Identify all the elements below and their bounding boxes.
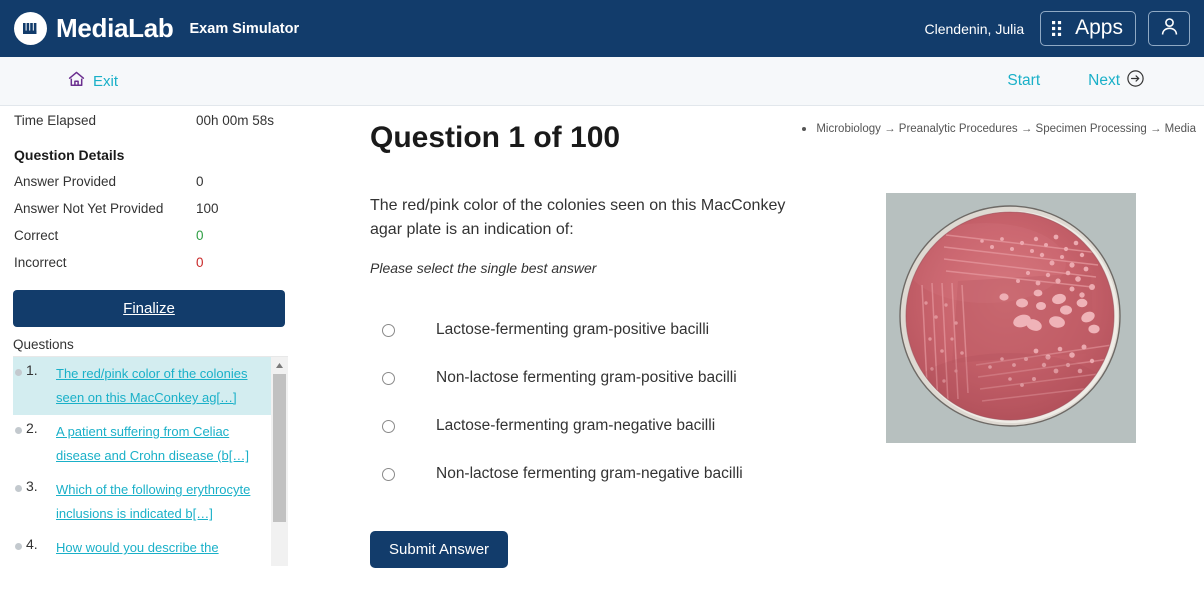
question-details-heading: Question Details xyxy=(14,147,125,163)
arrow-right-circle-icon xyxy=(1127,70,1144,92)
question-preview-text: The red/pink color of the colonies seen … xyxy=(56,366,248,406)
question-list-item-2[interactable]: 2. A patient suffering from Celiac disea… xyxy=(13,415,271,473)
question-number: 1. xyxy=(26,362,38,378)
brand-name: MediaLab xyxy=(56,13,174,43)
start-link[interactable]: Start xyxy=(1007,72,1040,90)
profile-button[interactable] xyxy=(1148,11,1190,46)
stat-correct: Correct 0 xyxy=(0,228,300,255)
answer-option-2[interactable]: Non-lactose fermenting gram-positive bac… xyxy=(370,354,820,402)
answer-option-4[interactable]: Non-lactose fermenting gram-negative bac… xyxy=(370,450,820,498)
start-label: Start xyxy=(1007,72,1041,89)
answer-option-label: Lactose-fermenting gram-negative bacilli xyxy=(436,417,716,434)
status-dot-icon xyxy=(15,543,22,551)
user-icon xyxy=(1159,16,1180,42)
question-main-panel: Microbiology → Preanalytic Procedures → … xyxy=(300,106,1204,592)
stat-answer-provided: Answer Provided 0 xyxy=(0,174,300,201)
question-details-heading-row: Question Details xyxy=(0,147,300,174)
question-list-item-3[interactable]: 3. Which of the following erythrocyte in… xyxy=(13,473,271,531)
time-elapsed-value: 00h 00m 58s xyxy=(196,113,275,128)
exam-nav-bar: Exit Start Next xyxy=(0,57,1204,106)
questions-list-scrollbar[interactable] xyxy=(271,357,288,566)
answer-option-label: Non-lactose fermenting gram-positive bac… xyxy=(436,369,737,386)
grid-apps-icon xyxy=(1051,20,1068,37)
answer-option-label: Non-lactose fermenting gram-negative bac… xyxy=(436,465,743,482)
page-title: Question 1 of 100 xyxy=(370,121,621,154)
stat-value: 100 xyxy=(196,201,219,216)
breadcrumb-bullet-icon xyxy=(802,127,807,131)
radio-icon[interactable] xyxy=(382,323,395,337)
time-elapsed-row: Time Elapsed 00h 00m 58s xyxy=(0,113,300,140)
question-preview-text: A patient suffering from Celiac disease … xyxy=(56,424,249,464)
stat-label: Correct xyxy=(14,228,59,243)
header-right-group: Clendenin, Julia Apps xyxy=(924,11,1190,46)
product-name: Exam Simulator xyxy=(189,20,300,37)
question-number: 3. xyxy=(26,478,38,495)
radio-icon[interactable] xyxy=(382,371,395,385)
home-icon xyxy=(68,71,85,91)
question-number: 4. xyxy=(26,536,38,553)
question-preview-text: How would you describe the arrangement o… xyxy=(56,540,224,566)
stat-incorrect: Incorrect 0 xyxy=(0,255,300,282)
questions-list-heading: Questions xyxy=(13,337,74,352)
stat-value: 0 xyxy=(196,228,204,243)
apps-button-label: Apps xyxy=(1075,16,1123,39)
questions-list: 1. The red/pink color of the colonies se… xyxy=(13,357,271,566)
stat-value: 0 xyxy=(196,255,204,270)
submit-answer-button[interactable]: Submit Answer xyxy=(370,531,509,568)
exam-sidebar: Time Elapsed 00h 00m 58s Question Detail… xyxy=(0,106,300,592)
answer-option-label: Lactose-fermenting gram-positive bacilli xyxy=(436,321,710,338)
next-label: Next xyxy=(1088,72,1120,89)
question-list-item-1[interactable]: 1. The red/pink color of the colonies se… xyxy=(13,357,271,416)
breadcrumb: Microbiology → Preanalytic Procedures → … xyxy=(802,123,1196,135)
question-body: The red/pink color of the colonies seen … xyxy=(370,194,800,276)
medialab-logo-icon xyxy=(14,12,47,45)
question-list-item-4[interactable]: 4. How would you describe the arrangemen… xyxy=(13,531,271,566)
brand: MediaLab Exam Simulator xyxy=(14,12,299,45)
status-dot-icon xyxy=(15,485,22,493)
time-elapsed-label: Time Elapsed xyxy=(14,113,97,128)
scrollbar-thumb[interactable] xyxy=(273,374,286,522)
stat-answer-not-yet-provided: Answer Not Yet Provided 100 xyxy=(0,201,300,228)
stat-label: Answer Provided xyxy=(14,174,117,189)
questions-list-container: 1. The red/pink color of the colonies se… xyxy=(13,356,288,566)
radio-icon[interactable] xyxy=(382,467,395,481)
answer-option-3[interactable]: Lactose-fermenting gram-negative bacilli xyxy=(370,402,820,450)
apps-button[interactable]: Apps xyxy=(1040,11,1136,46)
question-preview-text: Which of the following erythrocyte inclu… xyxy=(56,482,251,522)
app-header: MediaLab Exam Simulator Clendenin, Julia xyxy=(0,0,1204,57)
exit-link[interactable]: Exit xyxy=(68,71,118,91)
status-dot-icon xyxy=(15,369,22,376)
radio-icon[interactable] xyxy=(382,419,395,433)
answer-option-1[interactable]: Lactose-fermenting gram-positive bacilli xyxy=(370,306,820,354)
user-name: Clendenin, Julia xyxy=(924,20,1025,37)
status-dot-icon xyxy=(15,427,22,435)
finalize-button[interactable]: Finalize xyxy=(13,290,285,327)
exit-label: Exit xyxy=(93,72,119,90)
next-link[interactable]: Next xyxy=(1088,70,1144,92)
question-number: 2. xyxy=(26,420,38,437)
macconkey-agar-plate-image xyxy=(886,193,1136,443)
stat-value: 0 xyxy=(196,174,204,189)
question-stem: The red/pink color of the colonies seen … xyxy=(370,197,786,238)
answer-options: Lactose-fermenting gram-positive bacilli… xyxy=(370,306,820,498)
stat-label: Answer Not Yet Provided xyxy=(14,201,164,216)
breadcrumb-path: Microbiology → Preanalytic Procedures → … xyxy=(816,123,1196,135)
stat-label: Incorrect xyxy=(14,255,67,270)
caret-up-icon[interactable] xyxy=(271,357,288,374)
nav-right-group: Start Next xyxy=(1007,70,1144,92)
answer-instruction: Please select the single best answer xyxy=(370,260,597,276)
